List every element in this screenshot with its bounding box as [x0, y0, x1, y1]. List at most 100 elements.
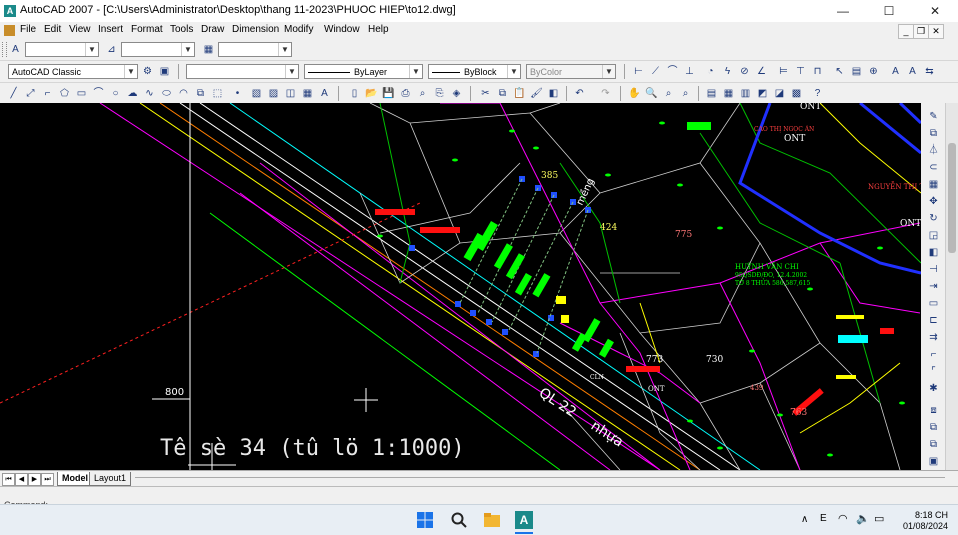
join-icon[interactable]: ⇉ [926, 330, 941, 345]
paste-icon[interactable]: 📋 [512, 86, 527, 101]
insert-block-icon[interactable]: ⧉ [193, 86, 208, 101]
offset-icon[interactable]: ⊂ [926, 160, 941, 175]
autocad-app-icon[interactable]: A [4, 5, 16, 17]
menu-modify[interactable]: Modify [284, 24, 313, 35]
angular-dim-icon[interactable]: ∠ [754, 64, 769, 79]
file-explorer-icon[interactable] [483, 511, 501, 529]
wifi-icon[interactable]: ◠ [838, 512, 848, 525]
arc-icon[interactable]: ⌒ [91, 86, 106, 101]
menu-edit[interactable]: Edit [44, 24, 61, 35]
mirror-icon[interactable]: ⏃ [926, 143, 941, 158]
next-tab-button[interactable]: ▶ [28, 473, 41, 486]
properties-icon[interactable]: ▤ [704, 86, 719, 101]
toolbar-grip[interactable] [2, 42, 7, 57]
menu-tools[interactable]: Tools [170, 24, 193, 35]
close-button[interactable]: ✕ [912, 0, 958, 22]
volume-icon[interactable]: 🔈 [856, 512, 870, 525]
copy-icon[interactable]: ⧉ [495, 86, 510, 101]
trim-icon[interactable]: ⊣ [926, 262, 941, 277]
first-tab-button[interactable]: ⏮ [2, 473, 15, 486]
drawing-canvas[interactable]: Tê sè 34 (tû lö 1:1000) 800 QL 22 nhựa m… [0, 103, 921, 470]
table-style-combo[interactable]: ▼ [218, 42, 292, 57]
construction-line-icon[interactable]: ⤢ [23, 86, 38, 101]
menu-help[interactable]: Help [368, 24, 389, 35]
zoom-previous-icon[interactable]: ⌕ [678, 86, 693, 101]
explode-icon[interactable]: ✱ [926, 381, 941, 396]
undo-icon[interactable]: ↶ [572, 86, 587, 101]
pan-icon[interactable]: ✋ [627, 86, 642, 101]
redo-icon[interactable]: ↷ [598, 86, 613, 101]
aligned-dim-icon[interactable]: ⟋ [648, 64, 663, 79]
linear-dim-icon[interactable]: ⊢ [631, 64, 646, 79]
region-icon[interactable]: ◫ [283, 86, 298, 101]
new-icon[interactable]: ▯ [347, 86, 362, 101]
text-style-combo[interactable]: ▼ [25, 42, 99, 57]
center-mark-icon[interactable]: ⊕ [866, 64, 881, 79]
workspace-settings-icon[interactable]: ⚙ [140, 64, 155, 79]
command-line[interactable]: Command: [0, 486, 958, 510]
markup-icon[interactable]: ◪ [772, 86, 787, 101]
ordinate-dim-icon[interactable]: ⊥ [682, 64, 697, 79]
break-icon[interactable]: ⊏ [926, 313, 941, 328]
ime-icon[interactable]: Ε [820, 513, 827, 524]
arc-length-icon[interactable]: ⌒ [665, 64, 680, 79]
dim-edit-icon[interactable]: A [888, 64, 903, 79]
menu-view[interactable]: View [69, 24, 91, 35]
text-style-icon[interactable]: A [8, 42, 23, 57]
tab-model[interactable]: Model [57, 472, 93, 486]
autocad-taskbar-icon[interactable]: A [515, 511, 533, 529]
hatch-icon[interactable]: ▧ [249, 86, 264, 101]
menu-draw[interactable]: Draw [201, 24, 224, 35]
sheet-set-icon[interactable]: ◩ [755, 86, 770, 101]
menu-insert[interactable]: Insert [98, 24, 123, 35]
bring-above-icon[interactable]: ▣ [926, 454, 941, 469]
layer-combo[interactable]: ▼ [186, 64, 299, 79]
start-icon[interactable] [416, 511, 434, 529]
mdi-restore-button[interactable]: ❐ [913, 24, 929, 39]
fillet-icon[interactable]: ⌜ [926, 364, 941, 379]
drawing-svg[interactable]: Tê sè 34 (tû lö 1:1000) 800 QL 22 nhựa m… [0, 103, 921, 470]
ellipse-arc-icon[interactable]: ◠ [176, 86, 191, 101]
revision-cloud-icon[interactable]: ☁ [125, 86, 140, 101]
point-icon[interactable]: • [230, 86, 245, 101]
calculator-icon[interactable]: ▩ [789, 86, 804, 101]
menu-window[interactable]: Window [324, 24, 360, 35]
plot-preview-icon[interactable]: ⌕ [415, 86, 430, 101]
baseline-dim-icon[interactable]: ⊤ [793, 64, 808, 79]
spline-icon[interactable]: ∿ [142, 86, 157, 101]
radius-dim-icon[interactable]: ◔ [703, 64, 718, 79]
zoom-window-icon[interactable]: ⌕ [661, 86, 676, 101]
make-block-icon[interactable]: ⬚ [210, 86, 225, 101]
linetype-combo[interactable]: ByLayer ▼ [304, 64, 423, 79]
scale-icon[interactable]: ◲ [926, 228, 941, 243]
tolerance-icon[interactable]: ▤ [849, 64, 864, 79]
minimize-button[interactable]: — [820, 0, 866, 22]
dim-style-combo[interactable]: ▼ [121, 42, 195, 57]
horizontal-scrollbar[interactable] [135, 477, 945, 478]
diameter-dim-icon[interactable]: ⊘ [737, 64, 752, 79]
mdi-minimize-button[interactable]: _ [898, 24, 914, 39]
draw-order-icon[interactable]: ⧈ [926, 403, 941, 418]
match-properties-icon[interactable]: 🖌 [529, 86, 544, 101]
table-style-icon[interactable]: ▦ [201, 42, 216, 57]
scrollbar-thumb[interactable] [948, 143, 956, 253]
zoom-realtime-icon[interactable]: 🔍 [644, 86, 659, 101]
lineweight-combo[interactable]: ByBlock ▼ [428, 64, 521, 79]
battery-icon[interactable]: ▭ [874, 512, 884, 525]
continue-dim-icon[interactable]: ⊓ [810, 64, 825, 79]
extend-icon[interactable]: ⇥ [926, 279, 941, 294]
tab-layout1[interactable]: Layout1 [89, 472, 132, 486]
break-at-point-icon[interactable]: ▭ [926, 296, 941, 311]
menu-dimension[interactable]: Dimension [232, 24, 279, 35]
polygon-icon[interactable]: ⬠ [57, 86, 72, 101]
publish-icon[interactable]: ⎘ [432, 86, 447, 101]
workspace-combo[interactable]: AutoCAD Classic ▼ [8, 64, 138, 79]
cut-icon[interactable]: ✂ [478, 86, 493, 101]
erase-icon[interactable]: ✎ [926, 109, 941, 124]
leader-icon[interactable]: ↖ [832, 64, 847, 79]
menu-file[interactable]: File [20, 24, 36, 35]
tool-palettes-icon[interactable]: ▥ [738, 86, 753, 101]
rectangle-icon[interactable]: ▭ [74, 86, 89, 101]
move-icon[interactable]: ✥ [926, 194, 941, 209]
open-icon[interactable]: 📂 [364, 86, 379, 101]
